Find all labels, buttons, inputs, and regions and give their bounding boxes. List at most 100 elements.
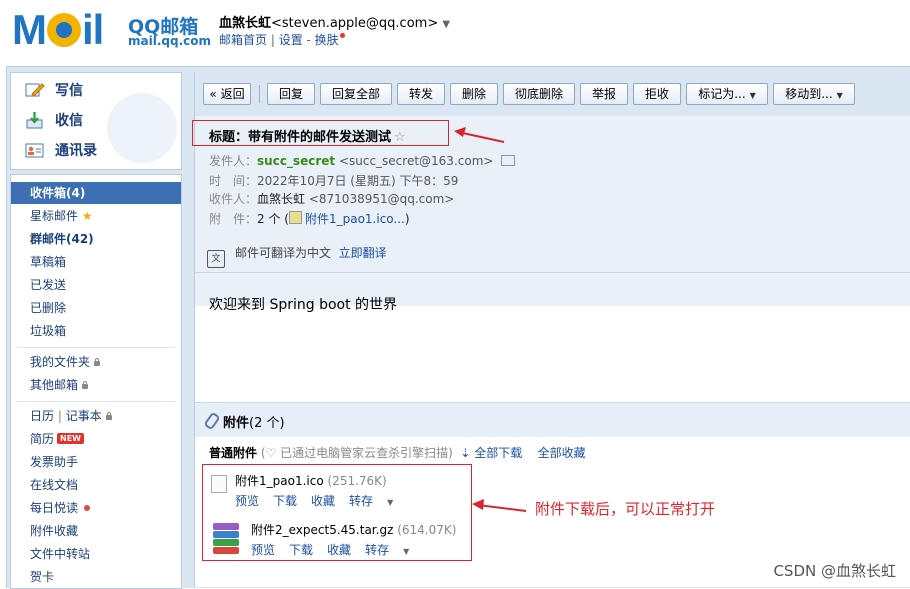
pencil-icon — [25, 81, 45, 99]
save-all-link[interactable]: 全部收藏 — [538, 446, 586, 460]
inbox-download-icon — [25, 111, 45, 129]
download-all-link[interactable]: ⇣ 全部下载 — [460, 446, 522, 460]
contacts-button[interactable]: 通讯录 — [25, 139, 97, 163]
translate-now-link[interactable]: 立即翻译 — [339, 246, 387, 260]
app-attachment-favorites[interactable]: 附件收藏 — [11, 520, 181, 542]
unread-dot — [84, 505, 91, 511]
folder-spam[interactable]: 垃圾箱 — [11, 320, 181, 342]
sender-row: 发件人：succ_secret <succ_secret@163.com> — [209, 152, 516, 169]
mail-time: 2022年10月7日 (星期五) 下午8：59 — [257, 174, 459, 188]
recipient-address: <871038951@qq.com> — [305, 192, 455, 206]
mailbox-home-link[interactable]: 邮箱首页 — [219, 33, 267, 47]
folder-starred[interactable]: 星标邮件 ★ — [11, 205, 181, 227]
folder-other-mail[interactable]: 其他邮箱 — [11, 374, 181, 396]
from-label: 发件人： — [209, 154, 258, 168]
app-daily-read[interactable]: 每日悦读 — [11, 497, 181, 519]
forward-button[interactable]: 转发 — [397, 83, 445, 105]
normal-attachments-label: 普通附件 — [209, 446, 258, 460]
mark-as-dropdown[interactable]: 标记为... ▼ — [686, 83, 768, 105]
sender-name[interactable]: succ_secret — [257, 154, 335, 168]
subject-highlight-box — [192, 120, 449, 146]
lock-icon — [94, 358, 101, 366]
lock-icon — [105, 412, 112, 420]
folder-group[interactable]: 群邮件(42) — [11, 228, 181, 250]
mail-logo-mark: Mil — [12, 6, 104, 53]
folder-deleted[interactable]: 已删除 — [11, 297, 181, 319]
app-greeting-card[interactable]: 贺卡 — [11, 566, 181, 588]
header-divider — [195, 272, 910, 273]
nav-dash: - — [302, 33, 315, 47]
attachment-link[interactable]: 附件1_pao1.ico... — [305, 212, 405, 226]
my-folders-label: 我的文件夹 — [30, 355, 91, 369]
receive-label: 收信 — [55, 113, 83, 129]
notes-link[interactable]: 记事本 — [66, 409, 102, 423]
translate-icon: 文 — [207, 250, 225, 268]
attachments-title-text: 附件 — [223, 416, 250, 431]
folder-divider — [17, 347, 175, 348]
star-icon: ★ — [81, 209, 93, 223]
reject-button[interactable]: 拒收 — [633, 83, 681, 105]
mail-body: 欢迎来到 Spring boot 的世界 — [209, 297, 398, 313]
app-docs[interactable]: 在线文档 — [11, 474, 181, 496]
skin-link[interactable]: 换肤 — [315, 33, 339, 47]
delete-button[interactable]: 删除 — [450, 83, 498, 105]
attachment-highlight-box — [202, 464, 472, 561]
translate-bar: 文邮件可翻译为中文 立即翻译 — [207, 244, 387, 268]
app-file-transfer[interactable]: 文件中转站 — [11, 543, 181, 565]
notification-dot — [339, 33, 345, 38]
folder-starred-label: 星标邮件 — [30, 209, 79, 223]
attachments-header — [195, 402, 910, 437]
time-label: 时 间： — [209, 174, 258, 188]
lock-icon — [82, 381, 89, 389]
header: Mil QQ邮箱 mail.qq.com 血煞长虹<steven.apple@q… — [0, 0, 910, 64]
mail-toolbar: « 返回 回复 回复全部 转发 删除 彻底删除 举报 拒收 标记为... ▼ 移动… — [195, 72, 910, 116]
back-button[interactable]: « 返回 — [203, 83, 251, 105]
mark-as-label: 标记为... — [698, 87, 746, 101]
recipient-name[interactable]: 血煞长虹 — [257, 192, 305, 206]
folder-sent[interactable]: 已发送 — [11, 274, 181, 296]
contacts-label: 通讯录 — [55, 143, 97, 159]
attachment-label: 附 件： — [209, 212, 258, 226]
brand-domain: mail.qq.com — [128, 34, 211, 48]
translate-text: 邮件可翻译为中文 — [235, 246, 332, 260]
chevron-down-icon: ▼ — [836, 91, 843, 100]
folder-inbox[interactable]: 收件箱(4) — [11, 182, 181, 204]
attachments-title: 附件(2 个) — [203, 411, 285, 431]
move-to-label: 移动到... — [785, 87, 833, 101]
settings-link[interactable]: 设置 — [279, 33, 303, 47]
attachments-toolbar: 普通附件 (♡ 已通过电脑管家云查杀引擎扫描) ⇣ 全部下载 全部收藏 — [209, 444, 586, 461]
attachment-arrow-icon — [472, 499, 527, 512]
app-calendar-notes: 日历 | 记事本 — [11, 405, 181, 427]
csdn-watermark: CSDN @血煞长虹 — [773, 562, 896, 580]
move-to-dropdown[interactable]: 移动到... ▼ — [773, 83, 855, 105]
penguin-watermark-icon — [107, 93, 177, 163]
recipient-row: 收件人：血煞长虹 <871038951@qq.com> — [209, 190, 454, 207]
new-badge: NEW — [57, 433, 84, 444]
app-invoice[interactable]: 发票助手 — [11, 451, 181, 473]
reply-button[interactable]: 回复 — [267, 83, 315, 105]
vcard-icon[interactable] — [501, 155, 516, 166]
to-label: 收件人： — [209, 192, 258, 206]
write-label: 写信 — [55, 83, 83, 99]
app-resume[interactable]: 简历 NEW — [11, 428, 181, 450]
user-account[interactable]: 血煞长虹<steven.apple@qq.com> ▼ — [219, 12, 450, 31]
account-caret-icon[interactable]: ▼ — [442, 19, 450, 30]
ico-file-icon — [288, 211, 302, 224]
resume-label: 简历 — [30, 432, 55, 446]
report-button[interactable]: 举报 — [580, 83, 628, 105]
folder-my-folders[interactable]: 我的文件夹 — [11, 351, 181, 373]
nav-separator: | — [267, 33, 279, 47]
time-row: 时 间：2022年10月7日 (星期五) 下午8：59 — [209, 172, 458, 189]
receive-mail-button[interactable]: 收信 — [25, 109, 83, 133]
write-mail-button[interactable]: 写信 — [25, 79, 83, 103]
permanent-delete-button[interactable]: 彻底删除 — [503, 83, 575, 105]
user-name: 血煞长虹 — [219, 16, 272, 31]
attachment-count: 2 个 ( — [257, 212, 289, 226]
reply-all-button[interactable]: 回复全部 — [320, 83, 392, 105]
calendar-link[interactable]: 日历 — [30, 409, 54, 423]
chevron-down-icon: ▼ — [749, 91, 756, 100]
top-nav: 邮箱首页 | 设置 - 换肤 — [219, 31, 345, 48]
subject-arrow-icon — [454, 127, 505, 143]
folder-divider — [17, 401, 175, 402]
folder-drafts[interactable]: 草稿箱 — [11, 251, 181, 273]
